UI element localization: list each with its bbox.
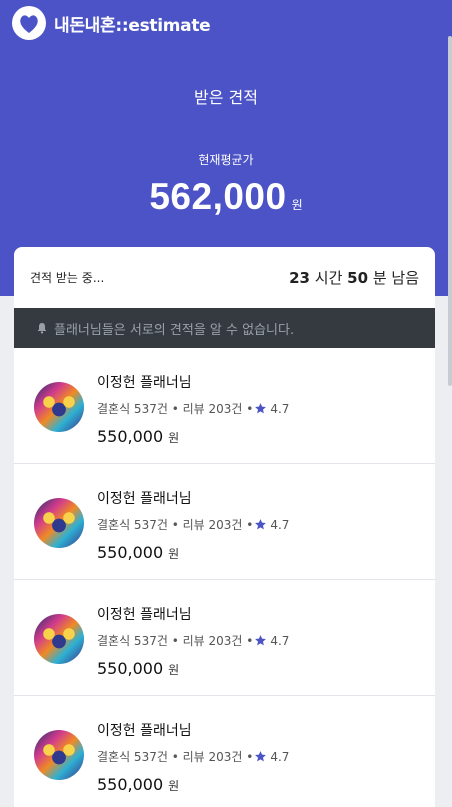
timer-hours: 23 [289,269,310,287]
quote-price-unit: 원 [168,663,180,677]
planner-stats: 결혼식 537건 • 리뷰 203건 • 4.7 [97,748,289,765]
star-icon [255,751,267,762]
planner-name: 이정헌 플래너님 [97,491,192,507]
quote-status-label: 견적 받는 중... [30,271,105,285]
planner-avatar [34,382,84,432]
average-price: 562,000 원 [0,176,452,218]
quote-list-item[interactable]: 이정헌 플래너님 결혼식 537건 • 리뷰 203건 • 4.7 550,00… [14,348,435,464]
star-icon [255,635,267,646]
planner-rating: 4.7 [270,517,290,532]
page-title: 받은 견적 [194,88,258,107]
planner-rating: 4.7 [270,749,290,764]
quote-price-value: 550,000 [97,659,164,678]
quote-price-value: 550,000 [97,427,164,446]
quote-price-value: 550,000 [97,775,164,794]
planner-stats-text: 결혼식 537건 • 리뷰 203건 • [97,518,254,532]
timer-minutes: 50 [347,269,369,287]
quote-price-unit: 원 [168,547,180,561]
planner-stats-text: 결혼식 537건 • 리뷰 203건 • [97,750,254,764]
quote-list-item[interactable]: 이정헌 플래너님 결혼식 537건 • 리뷰 203건 • 4.7 550,00… [14,696,435,807]
planner-name: 이정헌 플래너님 [97,723,192,739]
quote-price-unit: 원 [168,779,180,793]
planner-rating: 4.7 [270,401,290,416]
average-price-label: 현재평균가 [198,153,254,167]
star-icon [255,403,267,414]
timer-hours-unit: 시간 [314,269,343,287]
quote-price-value: 550,000 [97,543,164,562]
quote-price: 550,000 원 [97,427,179,446]
quotes-card: 견적 받는 중... 23 시간 50 분 남음 플래너님들은 서로의 견적을 … [14,247,435,807]
average-price-unit: 원 [291,198,303,212]
heart-logo-icon[interactable] [12,6,46,40]
planner-avatar [34,730,84,780]
scrollbar[interactable] [448,0,452,800]
planner-stats-text: 결혼식 537건 • 리뷰 203건 • [97,634,254,648]
star-icon [255,519,267,530]
planner-name: 이정헌 플래너님 [97,375,192,391]
bell-icon [37,323,47,334]
top-bar: 내돈내혼::estimate [12,6,211,40]
quote-price: 550,000 원 [97,659,179,678]
quote-status-row: 견적 받는 중... 23 시간 50 분 남음 [14,247,435,308]
average-price-value: 562,000 [149,176,287,217]
quote-price: 550,000 원 [97,775,179,794]
timer-minutes-unit: 분 남음 [372,269,419,287]
planner-rating: 4.7 [270,633,290,648]
planner-avatar [34,498,84,548]
planner-name: 이정헌 플래너님 [97,607,192,623]
quote-price: 550,000 원 [97,543,179,562]
quote-price-unit: 원 [168,431,180,445]
planner-stats-text: 결혼식 537건 • 리뷰 203건 • [97,402,254,416]
planner-stats: 결혼식 537건 • 리뷰 203건 • 4.7 [97,400,289,417]
countdown-timer: 23 시간 50 분 남음 [289,267,419,288]
planner-avatar [34,614,84,664]
scrollbar-thumb[interactable] [448,36,452,386]
privacy-notice-text: 플래너님들은 서로의 견적을 알 수 없습니다. [54,322,295,338]
planner-stats: 결혼식 537건 • 리뷰 203건 • 4.7 [97,632,289,649]
quote-list-item[interactable]: 이정헌 플래너님 결혼식 537건 • 리뷰 203건 • 4.7 550,00… [14,580,435,696]
quote-list-item[interactable]: 이정헌 플래너님 결혼식 537건 • 리뷰 203건 • 4.7 550,00… [14,464,435,580]
app-brand-title[interactable]: 내돈내혼::estimate [54,11,211,36]
privacy-notice: 플래너님들은 서로의 견적을 알 수 없습니다. [14,308,435,348]
planner-stats: 결혼식 537건 • 리뷰 203건 • 4.7 [97,516,289,533]
